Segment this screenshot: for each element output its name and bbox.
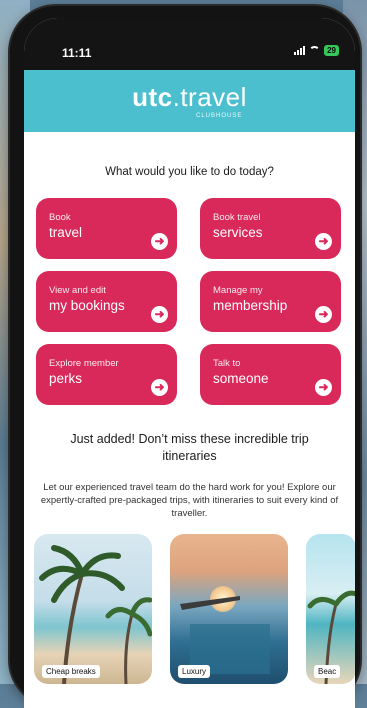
tile-big-label: membership (213, 298, 288, 313)
logo-dot-travel: .travel (172, 82, 247, 112)
tile-my-bookings[interactable]: View and edit my bookings ➜ (36, 271, 177, 332)
logo-subtitle: CLUBHOUSE (196, 113, 243, 119)
tile-small-label: View and edit (49, 285, 106, 296)
arrow-right-circle-icon: ➜ (315, 306, 332, 323)
tile-small-label: Book (49, 212, 71, 223)
tile-big-label: travel (49, 225, 83, 240)
palm-tree-image (39, 545, 152, 685)
tile-book-services[interactable]: Book travel services ➜ (200, 198, 341, 259)
arrow-right-circle-icon: ➜ (151, 306, 168, 323)
tile-big-label: my bookings (49, 298, 125, 313)
tile-big-label: someone (213, 371, 269, 386)
tile-talk-to-someone[interactable]: Talk to someone ➜ (200, 344, 341, 405)
app-header: utc.travel CLUBHOUSE (24, 70, 355, 132)
tile-small-label: Manage my (213, 285, 263, 296)
tile-small-label: Talk to (213, 358, 241, 369)
arrow-right-circle-icon: ➜ (151, 233, 168, 250)
tile-big-label: perks (49, 371, 83, 386)
palm-tree-image (307, 590, 355, 685)
tile-member-perks[interactable]: Explore member perks ➜ (36, 344, 177, 405)
card-label: Cheap breaks (42, 665, 100, 679)
arrow-right-circle-icon: ➜ (151, 379, 168, 396)
status-time: 11:11 (62, 46, 92, 60)
logo-brand: utc (132, 82, 173, 112)
section-heading: Just added! Don’t miss these incredible … (70, 432, 309, 463)
page-question: What would you like to do today? (105, 166, 274, 178)
itinerary-card-cheap-breaks[interactable]: Cheap breaks (34, 534, 152, 685)
arrow-right-circle-icon: ➜ (315, 379, 332, 396)
itinerary-card-beach[interactable]: Beac (306, 534, 355, 685)
itinerary-card-luxury[interactable]: Luxury (170, 534, 288, 685)
status-icons: 29 (294, 45, 339, 56)
arrow-right-circle-icon: ➜ (315, 233, 332, 250)
section-description: Let our experienced travel team do the h… (40, 481, 339, 519)
card-label: Luxury (178, 665, 211, 679)
logo[interactable]: utc.travel (24, 82, 355, 113)
phone-frame: 11:11 29 utc.travel CLUBHOUSE What would… (10, 6, 360, 708)
wifi-icon (309, 46, 321, 55)
pier-pool-image (180, 596, 270, 675)
itinerary-carousel[interactable]: Cheap breaks Luxury Beac (24, 534, 355, 694)
signal-icon (294, 46, 306, 55)
tile-small-label: Book travel (213, 212, 261, 223)
tile-membership[interactable]: Manage my membership ➜ (200, 271, 341, 332)
status-bar: 11:11 29 (24, 18, 355, 70)
battery-icon: 29 (324, 45, 339, 56)
action-grid: Book travel ➜ Book travel services ➜ Vie… (36, 198, 355, 405)
card-label: Beac (314, 665, 341, 679)
tile-small-label: Explore member (49, 358, 119, 369)
tile-book-travel[interactable]: Book travel ➜ (36, 198, 177, 259)
tile-big-label: services (213, 225, 263, 240)
phone-screen: 11:11 29 utc.travel CLUBHOUSE What would… (24, 18, 355, 708)
